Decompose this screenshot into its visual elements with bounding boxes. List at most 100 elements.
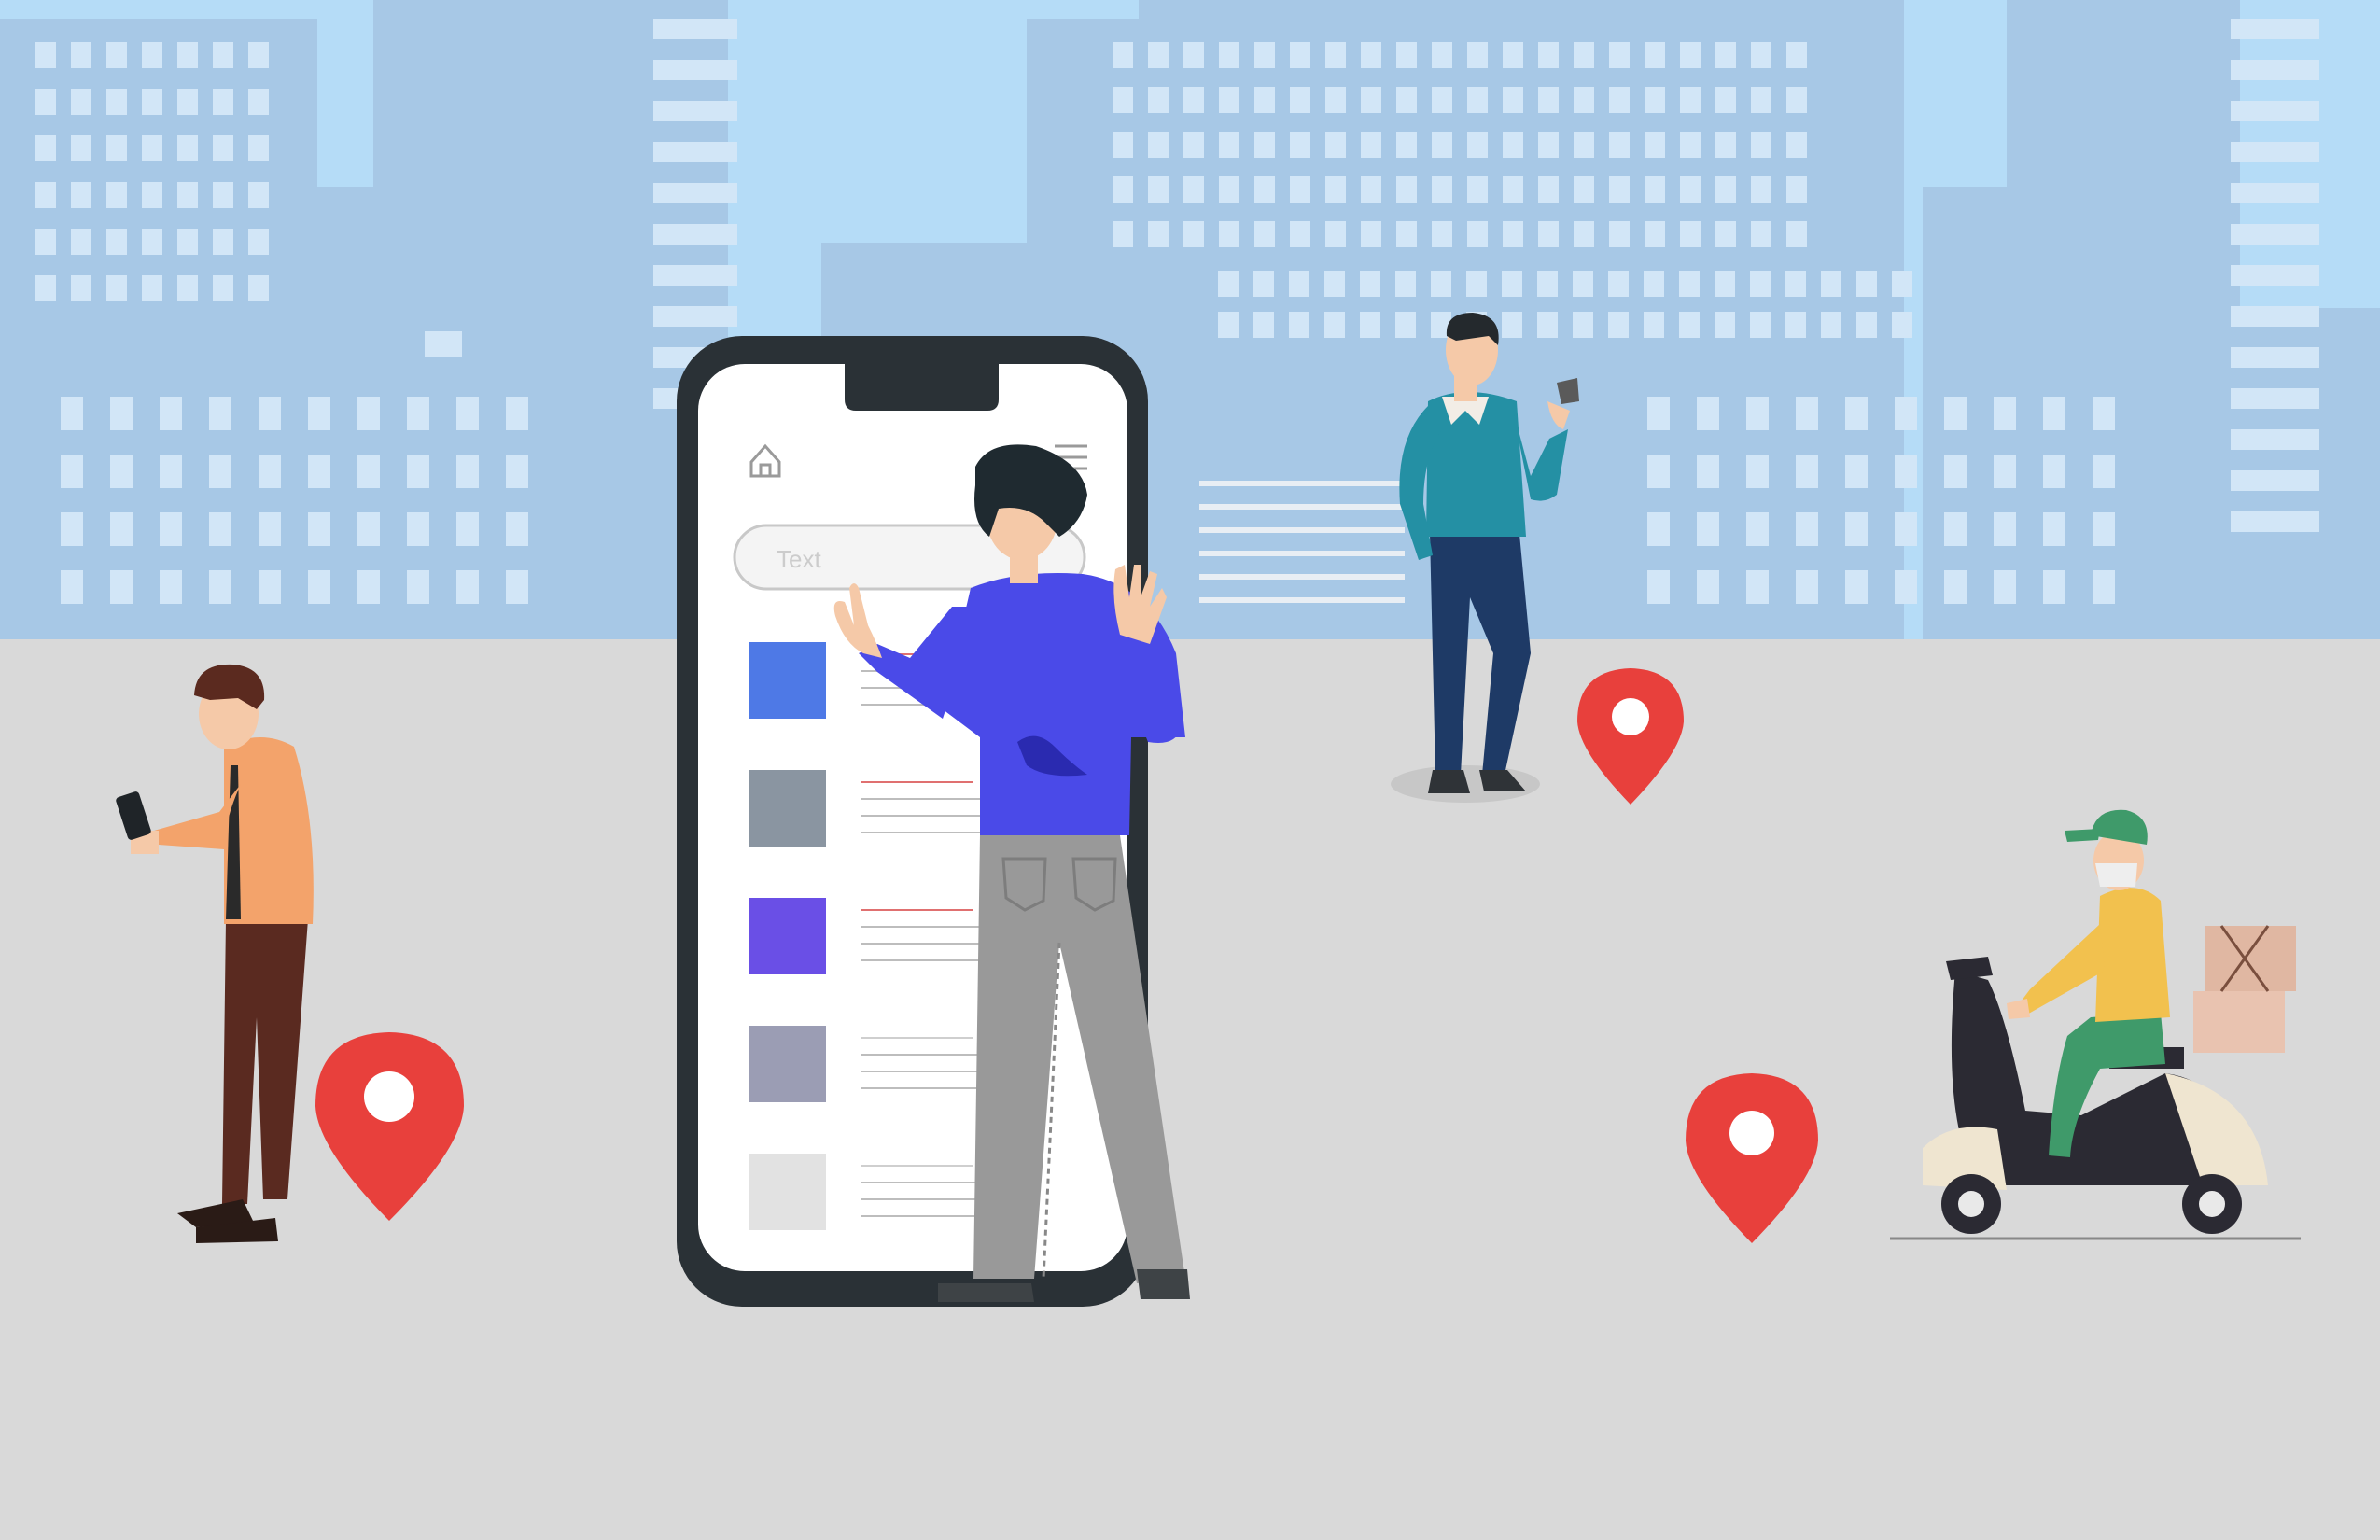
- window: [1432, 87, 1452, 113]
- window: [1148, 176, 1169, 203]
- window: [1253, 312, 1274, 338]
- window: [1645, 176, 1665, 203]
- window: [1113, 42, 1133, 68]
- window: [2043, 455, 2065, 488]
- window: [456, 570, 479, 604]
- window: [248, 182, 269, 208]
- list-item-text-line: [861, 781, 973, 783]
- window: [1113, 132, 1133, 158]
- window: [71, 182, 91, 208]
- window: [1218, 312, 1239, 338]
- window: [142, 42, 162, 68]
- window: [1254, 42, 1275, 68]
- list-item-thumbnail: [749, 898, 826, 974]
- window: [1574, 42, 1594, 68]
- window: [1715, 271, 1735, 297]
- window: [1325, 221, 1346, 247]
- window: [1697, 570, 1719, 604]
- window: [1680, 176, 1701, 203]
- window: [1254, 221, 1275, 247]
- window: [1290, 221, 1310, 247]
- window: [1609, 176, 1630, 203]
- list-item-text-line: [861, 1215, 991, 1217]
- window: [177, 229, 198, 255]
- window: [1361, 87, 1381, 113]
- window: [1609, 87, 1630, 113]
- window: [1751, 42, 1771, 68]
- window: [71, 135, 91, 161]
- window: [61, 512, 83, 546]
- window: [1573, 271, 1593, 297]
- window: [106, 229, 127, 255]
- window: [2093, 455, 2115, 488]
- window: [653, 224, 737, 245]
- window: [1608, 271, 1629, 297]
- window: [1796, 570, 1818, 604]
- window: [1148, 42, 1169, 68]
- window: [35, 182, 56, 208]
- window: [209, 397, 231, 430]
- window: [209, 455, 231, 488]
- window: [2231, 60, 2319, 80]
- list-item-thumbnail: [749, 642, 826, 719]
- window: [308, 455, 330, 488]
- window: [1994, 512, 2016, 546]
- window: [653, 142, 737, 162]
- window: [142, 229, 162, 255]
- window: [1183, 42, 1204, 68]
- window: [106, 135, 127, 161]
- window: [653, 306, 737, 327]
- window: [106, 275, 127, 301]
- window: [1751, 132, 1771, 158]
- window: [35, 275, 56, 301]
- window: [61, 397, 83, 430]
- window: [653, 265, 737, 286]
- window: [1746, 397, 1769, 430]
- window: [1845, 570, 1868, 604]
- window: [1361, 132, 1381, 158]
- window: [456, 512, 479, 546]
- window: [1503, 221, 1523, 247]
- window: [1467, 221, 1488, 247]
- window: [1219, 42, 1239, 68]
- list-item-text-line: [861, 1182, 991, 1183]
- window: [1821, 271, 1841, 297]
- window: [2231, 265, 2319, 286]
- window: [160, 397, 182, 430]
- window: [1786, 87, 1807, 113]
- window: [1361, 221, 1381, 247]
- window: [2093, 397, 2115, 430]
- window: [1856, 271, 1877, 297]
- window: [308, 570, 330, 604]
- window: [1645, 132, 1665, 158]
- window: [357, 512, 380, 546]
- list-item-text-line: [861, 1037, 973, 1039]
- list-item-text-line: [861, 1087, 991, 1089]
- window: [213, 89, 233, 115]
- window: [1290, 132, 1310, 158]
- window: [1361, 42, 1381, 68]
- window: [1785, 312, 1806, 338]
- window: [2231, 224, 2319, 245]
- window: [213, 182, 233, 208]
- window: [142, 135, 162, 161]
- window: [2231, 306, 2319, 327]
- window: [1994, 455, 2016, 488]
- window: [1574, 176, 1594, 203]
- window: [248, 89, 269, 115]
- window: [1751, 176, 1771, 203]
- window: [1895, 397, 1917, 430]
- window: [35, 89, 56, 115]
- window: [1325, 176, 1346, 203]
- window: [61, 455, 83, 488]
- list-item-text-line: [861, 959, 991, 961]
- window: [506, 397, 528, 430]
- window: [1895, 455, 1917, 488]
- window: [1467, 176, 1488, 203]
- window: [1325, 132, 1346, 158]
- window: [1396, 176, 1417, 203]
- window: [1431, 271, 1451, 297]
- window: [1325, 42, 1346, 68]
- list-item-text-line: [861, 815, 991, 817]
- window: [1845, 397, 1868, 430]
